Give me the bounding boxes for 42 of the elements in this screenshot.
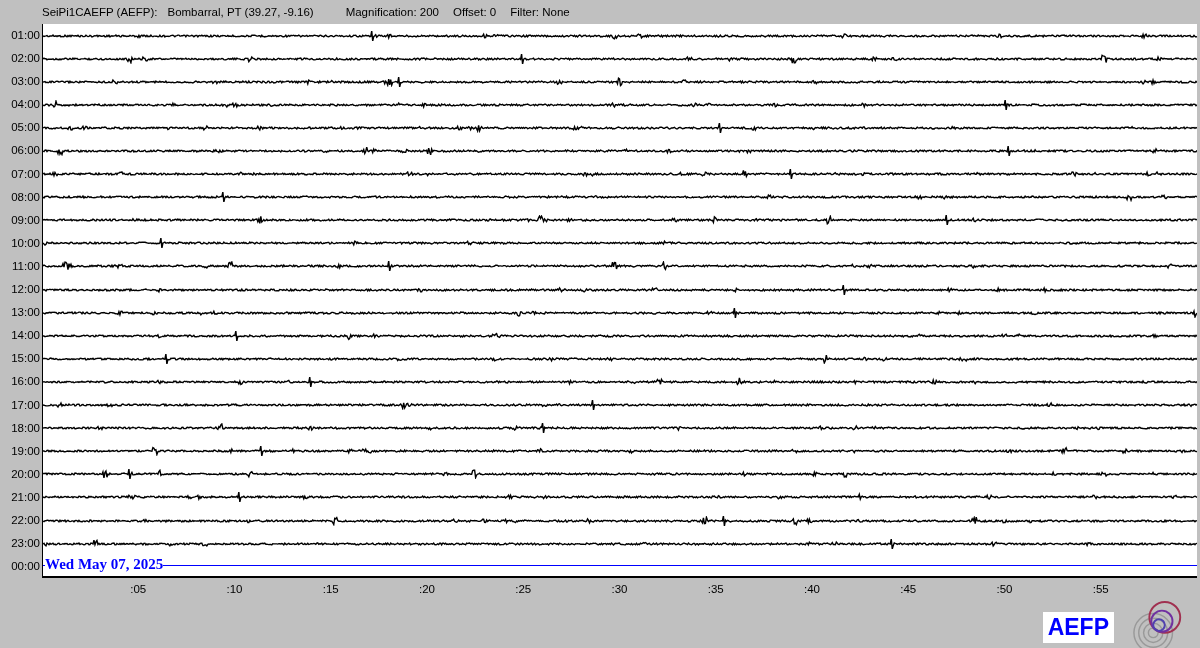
minute-tick-label: :10 — [226, 583, 243, 596]
hour-label: 23:00 — [10, 536, 41, 552]
hour-label: 06:00 — [10, 143, 41, 159]
minute-tick-label: :05 — [130, 583, 147, 596]
minute-tick-label: :25 — [515, 583, 532, 596]
station-name: SeiPi1CAEFP (AEFP): — [42, 5, 158, 18]
hour-label: 11:00 — [11, 258, 41, 274]
hour-label: 17:00 — [10, 397, 41, 413]
hour-label: 18:00 — [10, 420, 41, 436]
minute-tick-label: :20 — [419, 583, 435, 596]
minute-tick-label: :40 — [804, 583, 820, 596]
minute-tick-label: :15 — [322, 583, 339, 596]
date-label: Wed May 07, 2025 — [45, 556, 164, 573]
hour-label: 14:00 — [10, 328, 41, 344]
hour-label: 10:00 — [10, 235, 41, 251]
hour-label: 02:00 — [10, 51, 41, 67]
minute-tick-label: :50 — [996, 583, 1013, 596]
logo-text: AEFP — [1042, 611, 1114, 643]
magnification-label: Magnification: 200 — [345, 5, 439, 18]
hour-label: 01:00 — [10, 28, 41, 43]
hour-label: 20:00 — [10, 466, 41, 482]
minute-tick-label: :45 — [900, 583, 917, 596]
hour-label: 09:00 — [10, 212, 41, 228]
station-location: Bombarral, PT (39.27, -9.16) — [167, 5, 314, 18]
hour-label: 13:00 — [10, 305, 41, 321]
hour-label: 12:00 — [10, 282, 41, 298]
hour-label: 04:00 — [10, 97, 41, 113]
hour-label: 19:00 — [10, 443, 41, 459]
hour-label: 15:00 — [10, 351, 41, 367]
minute-tick-label: :35 — [707, 583, 724, 596]
hour-label: 05:00 — [10, 120, 41, 136]
hour-label: 08:00 — [10, 189, 41, 205]
filter-label: Filter: None — [510, 5, 570, 18]
hour-label: 00:00 — [10, 559, 41, 575]
hour-label: 21:00 — [10, 489, 41, 505]
hour-label: 16:00 — [10, 374, 41, 390]
minute-tick-label: :30 — [611, 583, 628, 596]
minute-tick-label: :55 — [1092, 583, 1109, 596]
hour-label: 22:00 — [10, 512, 41, 528]
hour-label: 07:00 — [10, 166, 41, 182]
offset-label: Offset: 0 — [453, 5, 497, 18]
hour-label: 03:00 — [10, 74, 41, 90]
